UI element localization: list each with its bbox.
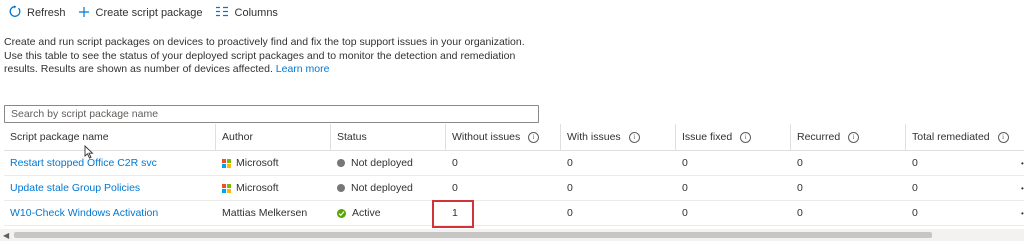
status-text: Not deployed	[351, 157, 413, 169]
with-issues-value: 0	[567, 157, 573, 169]
refresh-button[interactable]: Refresh	[0, 0, 72, 26]
page-description: Create and run script packages on device…	[4, 36, 534, 77]
total-remediated-value: 0	[912, 182, 918, 194]
column-header-total-remediated[interactable]: Total remediated i	[906, 124, 1024, 150]
columns-label: Columns	[234, 7, 278, 19]
table-row[interactable]: W10-Check Windows Activation Mattias Mel…	[4, 201, 1024, 226]
status-text: Active	[352, 207, 381, 219]
column-header-script-package-name[interactable]: Script package name	[4, 124, 216, 150]
create-script-package-label: Create script package	[95, 7, 203, 19]
not-deployed-status-icon	[337, 184, 345, 192]
mouse-cursor-icon	[84, 144, 94, 164]
column-header-status[interactable]: Status	[331, 124, 446, 150]
microsoft-logo-icon	[222, 183, 231, 193]
info-icon[interactable]: i	[628, 131, 640, 143]
row-more-icon[interactable]: •	[1021, 159, 1024, 168]
without-issues-value: 0	[452, 182, 458, 194]
column-header-author[interactable]: Author	[216, 124, 331, 150]
column-header-issue-fixed[interactable]: Issue fixed i	[676, 124, 791, 150]
info-icon[interactable]: i	[848, 131, 860, 143]
microsoft-logo-icon	[222, 158, 231, 168]
plus-icon	[78, 6, 96, 21]
columns-icon	[215, 6, 235, 20]
script-package-link[interactable]: W10-Check Windows Activation	[10, 207, 158, 219]
row-more-icon[interactable]: •	[1021, 209, 1024, 218]
with-issues-value: 0	[567, 182, 573, 194]
issue-fixed-value: 0	[682, 207, 688, 219]
issue-fixed-value: 0	[682, 157, 688, 169]
command-bar: Refresh Create script package Columns	[0, 0, 284, 26]
scrollbar-thumb[interactable]	[14, 232, 932, 238]
description-text: Create and run script packages on device…	[4, 36, 525, 75]
table-header: Script package name Author Status Withou…	[4, 124, 1024, 151]
refresh-icon	[8, 5, 27, 21]
recurred-value: 0	[797, 207, 803, 219]
author-text: Microsoft	[236, 182, 279, 194]
highlight-annotation	[432, 200, 474, 228]
info-icon[interactable]: i	[740, 131, 752, 143]
total-remediated-value: 0	[912, 207, 918, 219]
recurred-value: 0	[797, 182, 803, 194]
columns-button[interactable]: Columns	[209, 0, 284, 26]
status-text: Not deployed	[351, 182, 413, 194]
search-input[interactable]	[4, 105, 539, 123]
recurred-value: 0	[797, 157, 803, 169]
author-text: Mattias Melkersen	[222, 207, 308, 219]
column-header-with-issues[interactable]: With issues i	[561, 124, 676, 150]
issue-fixed-value: 0	[682, 182, 688, 194]
table-row[interactable]: Restart stopped Office C2R svc Microsoft…	[4, 151, 1024, 176]
scroll-left-arrow-icon[interactable]: ◀	[3, 231, 9, 240]
create-script-package-button[interactable]: Create script package	[72, 0, 209, 26]
column-header-without-issues[interactable]: Without issues i	[446, 124, 561, 150]
info-icon[interactable]: i	[997, 131, 1009, 143]
refresh-label: Refresh	[27, 7, 66, 19]
table-row[interactable]: Update stale Group Policies Microsoft No…	[4, 176, 1024, 201]
without-issues-value: 0	[452, 157, 458, 169]
total-remediated-value: 0	[912, 157, 918, 169]
script-packages-table: Script package name Author Status Withou…	[4, 124, 1024, 226]
not-deployed-status-icon	[337, 159, 345, 167]
column-header-recurred[interactable]: Recurred i	[791, 124, 906, 150]
info-icon[interactable]: i	[528, 131, 540, 143]
page-root: Refresh Create script package Columns Cr…	[0, 0, 1024, 241]
horizontal-scrollbar[interactable]: ◀	[0, 229, 1024, 241]
with-issues-value: 0	[567, 207, 573, 219]
row-more-icon[interactable]: •	[1021, 184, 1024, 193]
script-package-link[interactable]: Update stale Group Policies	[10, 182, 140, 194]
active-status-check-icon	[337, 208, 346, 218]
author-text: Microsoft	[236, 157, 279, 169]
learn-more-link[interactable]: Learn more	[276, 63, 330, 75]
